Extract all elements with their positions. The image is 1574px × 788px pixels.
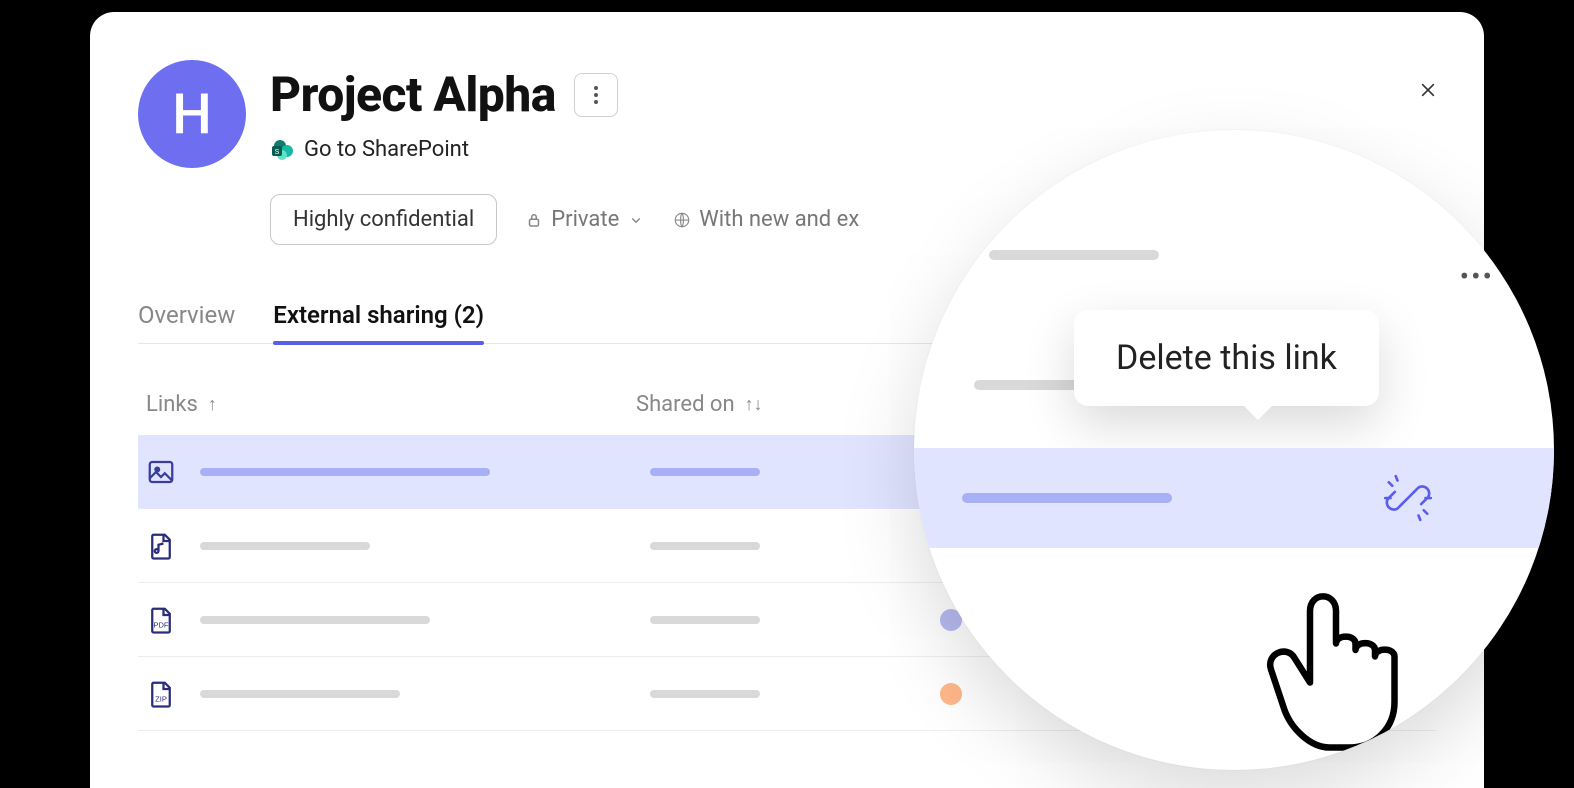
svg-text:ZIP: ZIP: [155, 694, 167, 703]
privacy-selector[interactable]: Private: [525, 207, 645, 232]
sharing-scope[interactable]: With new and ex: [673, 207, 859, 232]
tab-overview[interactable]: Overview: [138, 301, 235, 343]
zoom-callout: ••• Delete this link: [914, 130, 1554, 770]
sharing-scope-label: With new and ex: [699, 207, 859, 232]
placeholder-bar: [200, 468, 490, 476]
close-button[interactable]: [1412, 74, 1444, 106]
svg-text:PDF: PDF: [154, 620, 169, 629]
placeholder-bar: [200, 690, 400, 698]
kebab-icon: [594, 86, 598, 104]
confidentiality-badge: Highly confidential: [270, 194, 497, 245]
placeholder-bar: [650, 542, 760, 550]
close-icon: [1418, 80, 1438, 100]
placeholder-bar: [200, 542, 370, 550]
broken-link-icon: [1380, 468, 1436, 528]
pointer-cursor-icon: [1219, 520, 1479, 770]
placeholder-bar: [962, 493, 1172, 503]
row-actions-icon[interactable]: •••: [1460, 260, 1494, 293]
delete-link-button[interactable]: [1380, 470, 1436, 526]
sort-asc-icon: ↑: [208, 394, 217, 415]
column-links-label: Links: [146, 392, 198, 417]
placeholder-bar: [200, 616, 430, 624]
pdf-file-icon: PDF: [146, 605, 176, 635]
placeholder-bar: [650, 468, 760, 476]
zip-file-icon: ZIP: [146, 679, 176, 709]
lock-icon: [525, 211, 543, 229]
column-shared-on-label: Shared on: [636, 392, 735, 417]
image-file-icon: [146, 457, 176, 487]
tab-external-sharing[interactable]: External sharing (2): [273, 301, 484, 343]
go-to-sharepoint-link[interactable]: Go to SharePoint: [304, 137, 469, 162]
column-links[interactable]: Links ↑: [146, 392, 636, 417]
svg-text:S: S: [275, 149, 280, 156]
sort-icon: ↑↓: [745, 394, 763, 415]
music-file-icon: [146, 531, 176, 561]
chevron-down-icon: [627, 211, 645, 229]
globe-icon: [673, 211, 691, 229]
privacy-label: Private: [551, 207, 619, 232]
column-shared-on[interactable]: Shared on ↑↓: [636, 392, 763, 417]
sharepoint-icon: S: [270, 138, 294, 162]
more-menu-button[interactable]: [574, 73, 618, 117]
page-title: Project Alpha: [270, 66, 556, 123]
placeholder-bar: [650, 690, 760, 698]
placeholder-bar: [650, 616, 760, 624]
delete-link-tooltip: Delete this link: [1074, 310, 1379, 406]
site-avatar: H: [138, 60, 246, 168]
